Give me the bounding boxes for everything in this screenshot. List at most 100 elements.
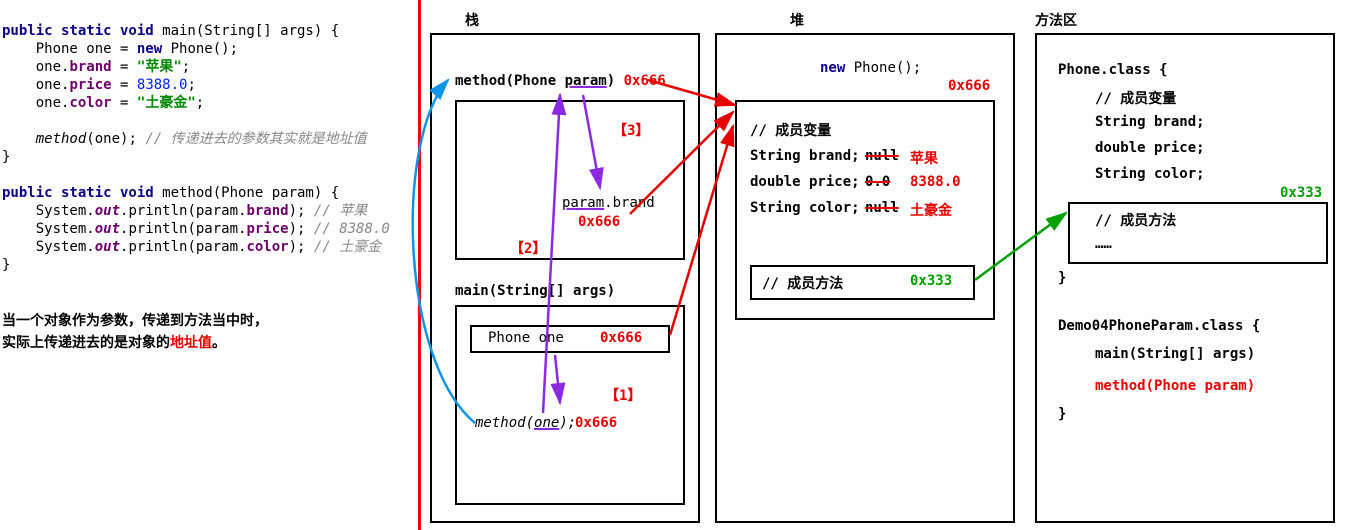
code-token: ); <box>289 239 314 255</box>
code-token: } <box>2 149 10 165</box>
code-token: price <box>69 77 111 93</box>
frame1-inner-a: param <box>562 195 604 211</box>
code-token: out <box>95 203 120 219</box>
code-token: System. <box>2 239 95 255</box>
ma-demo-open: Demo04PhoneParam.class { <box>1058 318 1260 334</box>
heap-new-addr: 0x666 <box>948 78 990 94</box>
heap-f2-new: 8388.0 <box>910 174 961 190</box>
code-token: .println(param. <box>120 239 246 255</box>
ma-cls-close: } <box>1058 270 1066 286</box>
stack-frame1-box <box>455 100 685 260</box>
heap-comment-mv: // 成员变量 <box>750 120 831 140</box>
code-comment: // 8388.0 <box>314 221 390 237</box>
conclusion-highlight: 地址值 <box>170 335 212 351</box>
frame2-call-d: ); <box>559 415 576 431</box>
code-token: (one); <box>86 131 145 147</box>
ma-v2: double price; <box>1095 140 1205 156</box>
ma-cmt-m: // 成员方法 <box>1095 210 1176 230</box>
ma-cmt-v: // 成员变量 <box>1095 88 1176 108</box>
ma-v1: String brand; <box>1095 114 1205 130</box>
frame2-var-addr: 0x666 <box>600 330 642 346</box>
code-token: method(Phone param) { <box>154 185 339 201</box>
code-token: = <box>112 95 137 111</box>
code-token: color <box>246 239 288 255</box>
frame2-call: method(one); <box>475 415 576 431</box>
code-token: public static void <box>2 185 154 201</box>
code-token: new <box>137 41 162 57</box>
code-token: public static void <box>2 23 154 39</box>
code-token: method <box>2 131 86 147</box>
code-token: brand <box>69 59 111 75</box>
code-token: 8388.0 <box>137 77 188 93</box>
code-token: ; <box>196 95 204 111</box>
heap-f1-new: 苹果 <box>910 148 938 168</box>
heap-f3-old: null <box>865 200 899 216</box>
code-token: ); <box>289 221 314 237</box>
heap-label: 堆 <box>790 10 804 30</box>
frame2-call-b: ( <box>526 415 534 431</box>
frame1-inner-addr: 0x666 <box>578 214 620 230</box>
heap-f1a: String brand; <box>750 148 860 164</box>
code-token: = <box>112 59 137 75</box>
ma-demo-close: } <box>1058 406 1066 422</box>
frame2-call-addr: 0x666 <box>575 415 617 431</box>
heap-f3a: String color; <box>750 200 860 216</box>
frame2-call-c: one <box>534 415 559 431</box>
code-token: System. <box>2 221 95 237</box>
code-token: = <box>112 77 137 93</box>
frame2-call-a: method <box>475 415 526 431</box>
ma-demo-method: method(Phone param) <box>1095 378 1255 394</box>
frame1-header-c: ) <box>607 73 624 89</box>
heap-f2-old: 0.0 <box>865 174 890 190</box>
code-token: System. <box>2 203 95 219</box>
code-token: ; <box>187 77 195 93</box>
frame1-header-b: param <box>565 73 607 89</box>
methodarea-box <box>1035 33 1335 523</box>
heap-mm-addr: 0x333 <box>910 273 952 289</box>
conclusion-text: 当一个对象作为参数，传递到方法当中时， 实际上传递进去的是对象的地址值。 <box>2 310 382 354</box>
heap-f3-new: 土豪金 <box>910 200 952 220</box>
heap-new-kw: new <box>820 60 845 76</box>
step-tag-3: 【3】 <box>613 120 649 140</box>
code-comment: // 土豪金 <box>314 239 381 255</box>
code-comment: // 苹果 <box>314 203 367 219</box>
code-token: color <box>69 95 111 111</box>
code-token: Phone(); <box>162 41 238 57</box>
conclusion-line2c: 。 <box>212 335 226 351</box>
ma-demo-main: main(String[] args) <box>1095 346 1255 362</box>
frame1-header-a: method(Phone <box>455 73 565 89</box>
ma-v3: String color; <box>1095 166 1205 182</box>
code-token: one. <box>2 95 69 111</box>
code-token: .println(param. <box>120 221 246 237</box>
code-token: price <box>246 221 288 237</box>
code-token: ); <box>289 203 314 219</box>
stack-frame2-header: main(String[] args) <box>455 283 615 299</box>
conclusion-line2a: 实际上传递进去的是对象的 <box>2 335 170 351</box>
code-token: main(String[] args) { <box>154 23 339 39</box>
code-token: one. <box>2 77 69 93</box>
code-comment: // 传递进去的参数其实就是地址值 <box>145 131 366 147</box>
frame2-var-name: Phone one <box>488 330 564 346</box>
code-token: one. <box>2 59 69 75</box>
ma-addr: 0x333 <box>1280 185 1322 201</box>
ma-cls-open: Phone.class { <box>1058 62 1168 78</box>
stack-frame1-header: method(Phone param) 0x666 <box>455 73 666 89</box>
heap-f2a: double price; <box>750 174 860 190</box>
conclusion-line1: 当一个对象作为参数，传递到方法当中时， <box>2 313 268 329</box>
code-token: brand <box>246 203 288 219</box>
code-token: out <box>95 239 120 255</box>
code-token: "苹果" <box>137 59 182 75</box>
code-token: out <box>95 221 120 237</box>
code-token: "土豪金" <box>137 95 196 111</box>
code-token: } <box>2 257 10 273</box>
heap-new-expr: new Phone(); <box>820 60 921 76</box>
heap-comment-mm: // 成员方法 <box>762 273 843 293</box>
code-token: Phone one = <box>2 41 137 57</box>
code-token: ; <box>182 59 190 75</box>
step-tag-1: 【1】 <box>605 385 641 405</box>
frame1-inner: param.brand <box>562 195 655 211</box>
code-token: .println(param. <box>120 203 246 219</box>
methodarea-label: 方法区 <box>1035 10 1077 30</box>
divider-line <box>418 0 421 530</box>
frame1-header-addr: 0x666 <box>624 73 666 89</box>
